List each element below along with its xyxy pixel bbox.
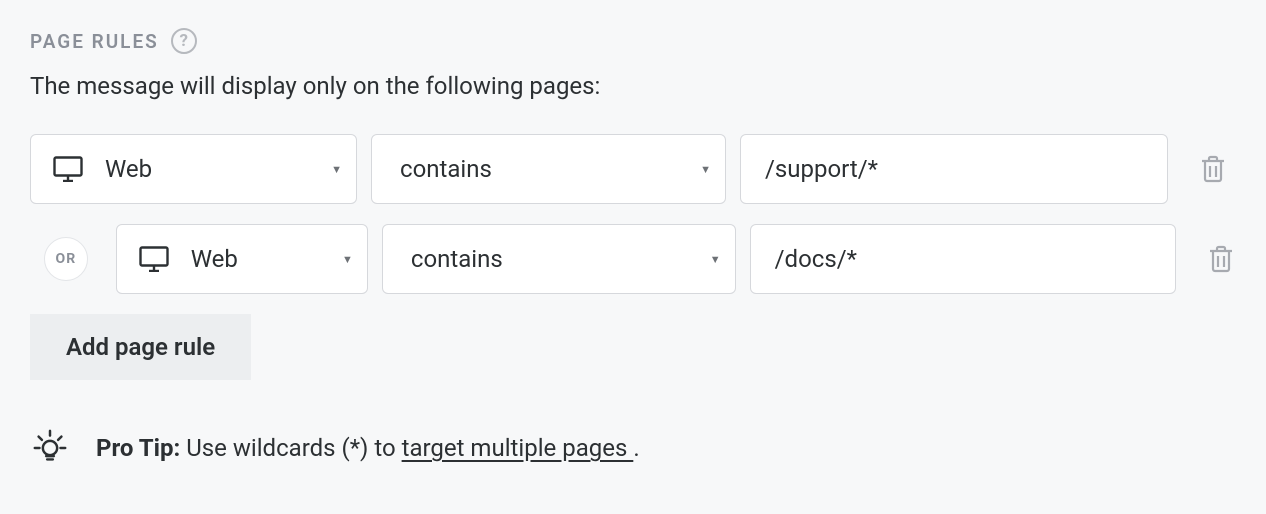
value-input[interactable] [750,224,1177,294]
matcher-select[interactable]: contains ▼ [371,134,726,204]
protip: Pro Tip: Use wildcards (*) to target mul… [30,428,1236,468]
chevron-down-icon: ▼ [700,163,711,176]
protip-after: . [633,434,639,462]
chevron-down-icon: ▼ [342,253,353,266]
matcher-label: contains [394,155,692,183]
section-subtitle: The message will display only on the fol… [30,72,1236,100]
protip-text: Pro Tip: Use wildcards (*) to target mul… [96,434,640,462]
platform-label: Web [105,155,323,183]
matcher-select[interactable]: contains ▼ [382,224,736,294]
matcher-label: contains [405,245,702,273]
delete-rule-button[interactable] [1206,241,1236,277]
monitor-icon [53,156,83,182]
delete-rule-button[interactable] [1198,151,1228,187]
or-badge: OR [44,237,88,281]
chevron-down-icon: ▼ [710,253,721,266]
rule-connector: OR [30,237,102,281]
trash-icon [1208,244,1234,274]
help-icon[interactable]: ? [171,28,197,54]
add-page-rule-button[interactable]: Add page rule [30,314,251,380]
protip-before: Use wildcards (*) to [180,434,401,462]
chevron-down-icon: ▼ [331,163,342,176]
page-rules-panel: PAGE RULES ? The message will display on… [0,0,1266,498]
platform-select[interactable]: Web ▼ [116,224,368,294]
lightbulb-icon [30,428,70,468]
platform-select[interactable]: Web ▼ [30,134,357,204]
protip-link[interactable]: target multiple pages [402,434,634,462]
section-header: PAGE RULES ? [30,28,1236,54]
rule-row: OR Web ▼ contains ▼ [30,224,1236,294]
monitor-icon [139,246,169,272]
section-title: PAGE RULES [30,30,159,53]
platform-label: Web [191,245,334,273]
rules-list: Web ▼ contains ▼ OR [30,134,1236,380]
rule-row: Web ▼ contains ▼ [30,134,1236,204]
trash-icon [1200,154,1226,184]
protip-label: Pro Tip: [96,434,180,462]
value-input[interactable] [740,134,1168,204]
